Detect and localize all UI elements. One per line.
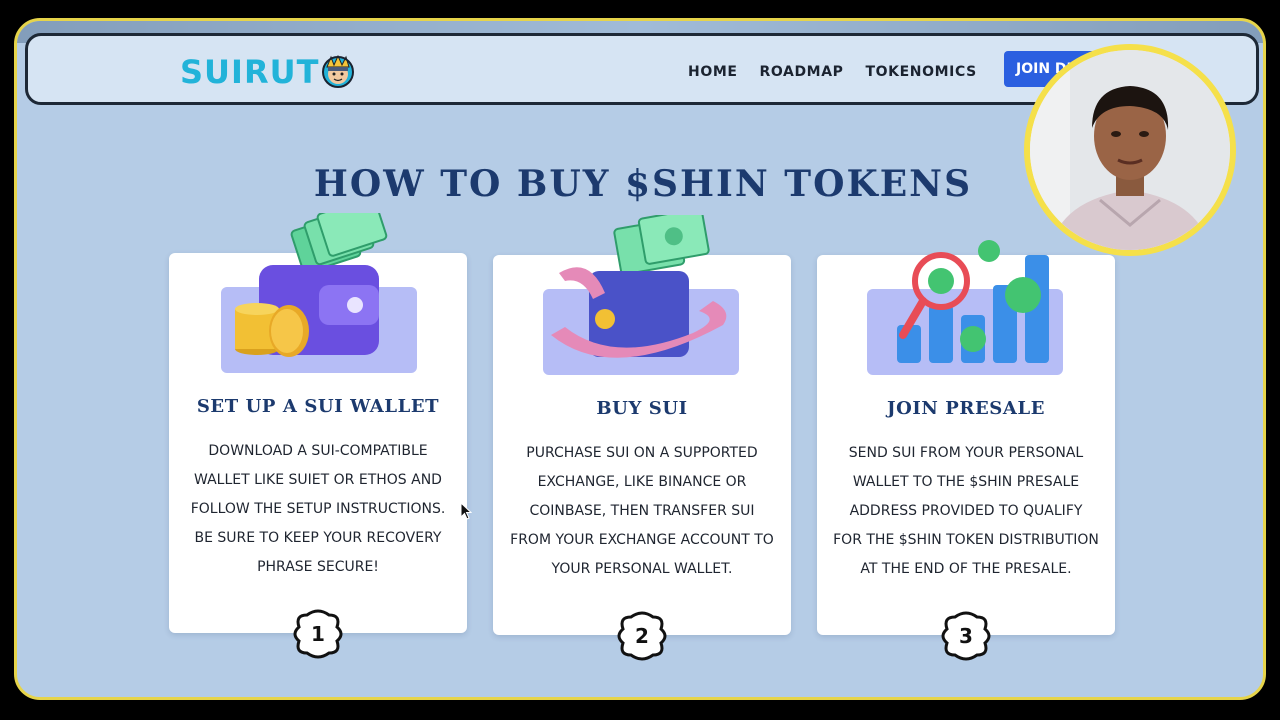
step-number: 1 [311, 622, 325, 646]
card-title: JOIN PRESALE [886, 398, 1046, 419]
ninja-face-icon [322, 55, 355, 88]
wallet-coins-icon [221, 213, 417, 373]
step-badge: 2 [617, 611, 667, 661]
mouse-cursor-icon [460, 502, 472, 520]
presenter-webcam [1024, 44, 1236, 256]
logo-text: SUIRUT [180, 53, 320, 91]
presenter-avatar-icon [1030, 50, 1230, 250]
step-badge: 1 [293, 609, 343, 659]
nav-roadmap[interactable]: ROADMAP [760, 62, 844, 82]
card-title: BUY SUI [596, 398, 688, 419]
site-logo[interactable]: SUIRUT [180, 52, 355, 92]
nav-tokenomics[interactable]: TOKENOMICS [866, 62, 977, 82]
magnet-cash-icon [543, 215, 739, 375]
nav-links: HOME ROADMAP TOKENOMICS [688, 62, 977, 82]
step-number: 3 [959, 624, 973, 648]
card-description: DOWNLOAD A SUI-COMPATIBLE WALLET LIKE SU… [190, 443, 446, 575]
step-card-1: SET UP A SUI WALLET DOWNLOAD A SUI-COMPA… [169, 213, 467, 659]
card-title: SET UP A SUI WALLET [196, 396, 440, 417]
step-card-3: JOIN PRESALE SEND SUI FROM YOUR PERSONAL… [817, 240, 1115, 661]
card-description: PURCHASE SUI ON A SUPPORTED EXCHANGE, LI… [510, 445, 774, 577]
growth-chart-icon [867, 240, 1063, 375]
nav-home[interactable]: HOME [688, 62, 738, 82]
step-number: 2 [635, 624, 649, 648]
step-card-2: BUY SUI PURCHASE SUI ON A SUPPORTED EXCH… [493, 215, 791, 661]
card-description: SEND SUI FROM YOUR PERSONAL WALLET TO TH… [833, 445, 1099, 577]
step-badge: 3 [941, 611, 991, 661]
